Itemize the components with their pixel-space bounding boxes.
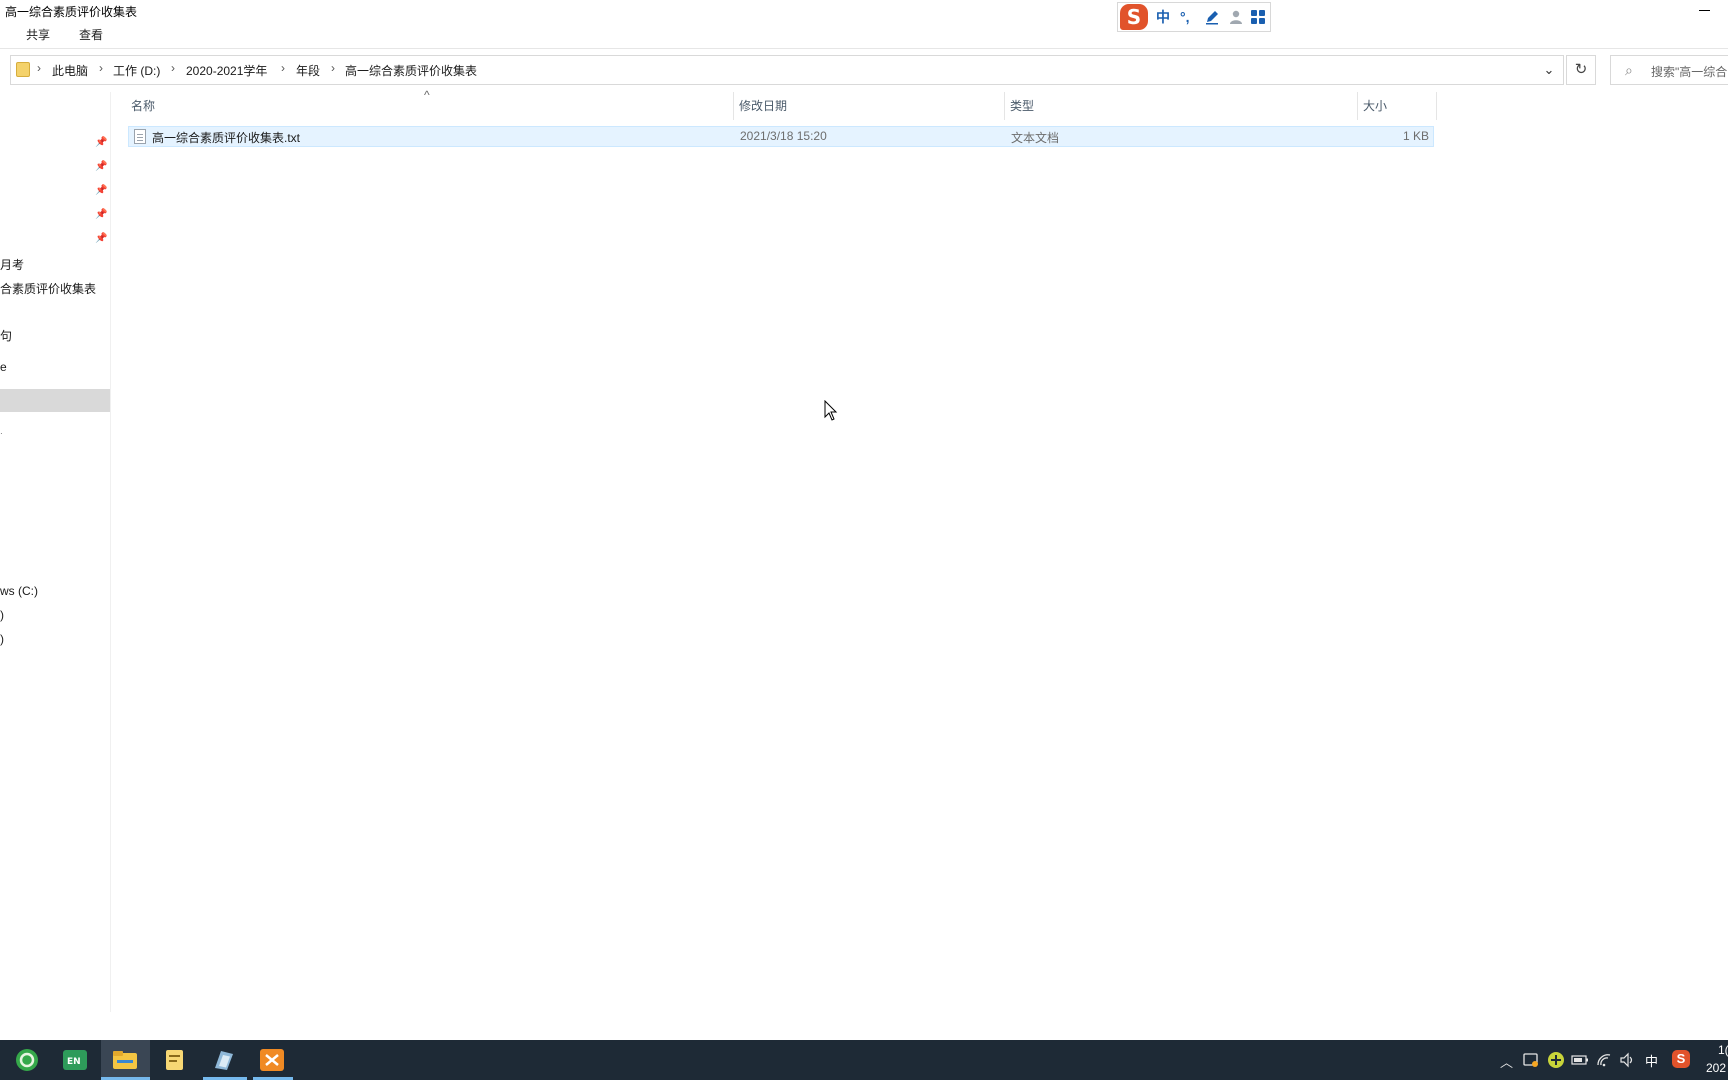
- nav-item-monthly-exam[interactable]: 月考: [0, 256, 24, 273]
- file-name: 高一综合素质评价收集表.txt: [152, 131, 301, 145]
- sort-ascending-icon: ^: [424, 88, 430, 102]
- title-bar: 高一综合素质评价收集表: [0, 0, 1728, 22]
- taskbar: EN ︿ 中 S 1( 202: [0, 1040, 1728, 1080]
- file-size: 1 KB: [1402, 129, 1429, 143]
- pin-icon[interactable]: 📌: [95, 137, 107, 148]
- breadcrumb-separator[interactable]: ›: [331, 61, 335, 75]
- column-header-name[interactable]: 名称: [131, 97, 155, 114]
- tab-share[interactable]: 共享: [26, 26, 50, 43]
- address-bar[interactable]: › 此电脑 › 工作 (D:) › 2020-2021学年 › 年段 › 高一综…: [10, 55, 1564, 85]
- nav-item-evaluation-folder[interactable]: 合素质评价收集表: [0, 280, 96, 297]
- breadcrumb-separator[interactable]: ›: [281, 61, 285, 75]
- navigation-pane: 📌 📌 📌 📌 📌 月考 合素质评价收集表 句 e: [0, 92, 111, 1012]
- notes-app-icon[interactable]: [162, 1048, 188, 1075]
- sogou-tray-icon[interactable]: S: [1672, 1050, 1690, 1068]
- text-file-icon: [134, 129, 146, 144]
- window-title: 高一综合素质评价收集表: [5, 5, 138, 19]
- breadcrumb-separator[interactable]: ›: [99, 61, 103, 75]
- file-explorer-icon[interactable]: [112, 1048, 138, 1075]
- pin-icon[interactable]: 📌: [95, 233, 107, 244]
- browser-app-icon[interactable]: [14, 1048, 40, 1075]
- column-header-type[interactable]: 类型: [1010, 97, 1034, 114]
- column-divider[interactable]: [1436, 92, 1437, 120]
- grid-icon[interactable]: [1250, 9, 1266, 28]
- ime-toolbar[interactable]: S 中 °,: [1117, 2, 1271, 32]
- svg-text:EN: EN: [67, 1057, 81, 1067]
- ribbon: 共享 查看: [0, 22, 1728, 49]
- ime-punct-toggle[interactable]: °,: [1180, 7, 1190, 27]
- clock-date[interactable]: 202: [1706, 1061, 1726, 1075]
- tab-view[interactable]: 查看: [79, 26, 103, 43]
- nav-item-4[interactable]: e: [0, 360, 7, 374]
- mouse-cursor-icon: [824, 399, 838, 425]
- nav-item-drive-e[interactable]: ): [0, 632, 4, 646]
- clock-time[interactable]: 1(: [1718, 1043, 1728, 1057]
- chevron-down-icon[interactable]: ⌄: [1539, 59, 1559, 81]
- editor-app-icon[interactable]: [211, 1048, 237, 1075]
- wifi-icon[interactable]: [1596, 1052, 1612, 1071]
- nav-item-3[interactable]: 句: [0, 327, 12, 344]
- nav-item-drive-c[interactable]: ws (C:): [0, 584, 38, 598]
- column-divider[interactable]: [733, 92, 734, 120]
- pin-icon[interactable]: 📌: [95, 161, 107, 172]
- search-icon: ⌕: [1625, 62, 1633, 78]
- search-placeholder: 搜索"高一综合: [1651, 65, 1728, 79]
- breadcrumb-grade[interactable]: 年段: [296, 62, 320, 79]
- user-icon[interactable]: [1228, 9, 1244, 28]
- file-date: 2021/3/18 15:20: [740, 129, 827, 143]
- breadcrumb-separator[interactable]: ›: [37, 61, 41, 75]
- pin-icon[interactable]: 📌: [95, 185, 107, 196]
- ime-indicator[interactable]: 中: [1645, 1051, 1658, 1070]
- tool-app-icon[interactable]: [259, 1048, 285, 1075]
- breadcrumb-this-pc[interactable]: 此电脑: [52, 62, 88, 79]
- minimize-button[interactable]: [1694, 1, 1714, 19]
- en-app-icon[interactable]: EN: [62, 1048, 88, 1075]
- nav-item-small-mark[interactable]: ·: [0, 425, 3, 439]
- column-header-size[interactable]: 大小: [1363, 97, 1387, 114]
- nav-item-drive-d[interactable]: ): [0, 608, 4, 622]
- column-divider[interactable]: [1357, 92, 1358, 120]
- file-type: 文本文档: [1011, 131, 1060, 145]
- breadcrumb-separator[interactable]: ›: [171, 61, 175, 75]
- search-input[interactable]: ⌕ 搜索"高一综合: [1610, 55, 1728, 85]
- sogou-logo-icon[interactable]: S: [1120, 4, 1148, 30]
- volume-icon[interactable]: [1619, 1052, 1635, 1071]
- refresh-button[interactable]: ↻: [1566, 55, 1596, 85]
- column-header-date[interactable]: 修改日期: [739, 97, 787, 114]
- breadcrumb-school-year[interactable]: 2020-2021学年: [186, 62, 267, 79]
- chevron-up-icon[interactable]: ︿: [1500, 1052, 1513, 1071]
- column-divider[interactable]: [1004, 92, 1005, 120]
- breadcrumb-drive-d[interactable]: 工作 (D:): [113, 62, 160, 79]
- add-tray-icon[interactable]: [1547, 1051, 1565, 1072]
- ime-mode-toggle[interactable]: 中: [1156, 7, 1170, 27]
- nav-item-selected[interactable]: [0, 389, 110, 412]
- breadcrumb-current-folder[interactable]: 高一综合素质评价收集表: [345, 62, 477, 79]
- pin-icon[interactable]: 📌: [95, 209, 107, 220]
- battery-icon[interactable]: [1571, 1053, 1589, 1070]
- folder-icon: [16, 62, 30, 77]
- pen-icon[interactable]: [1204, 9, 1220, 28]
- security-tray-icon[interactable]: [1523, 1052, 1539, 1071]
- file-row[interactable]: 高一综合素质评价收集表.txt 2021/3/18 15:20 文本文档 1 K…: [128, 126, 1434, 147]
